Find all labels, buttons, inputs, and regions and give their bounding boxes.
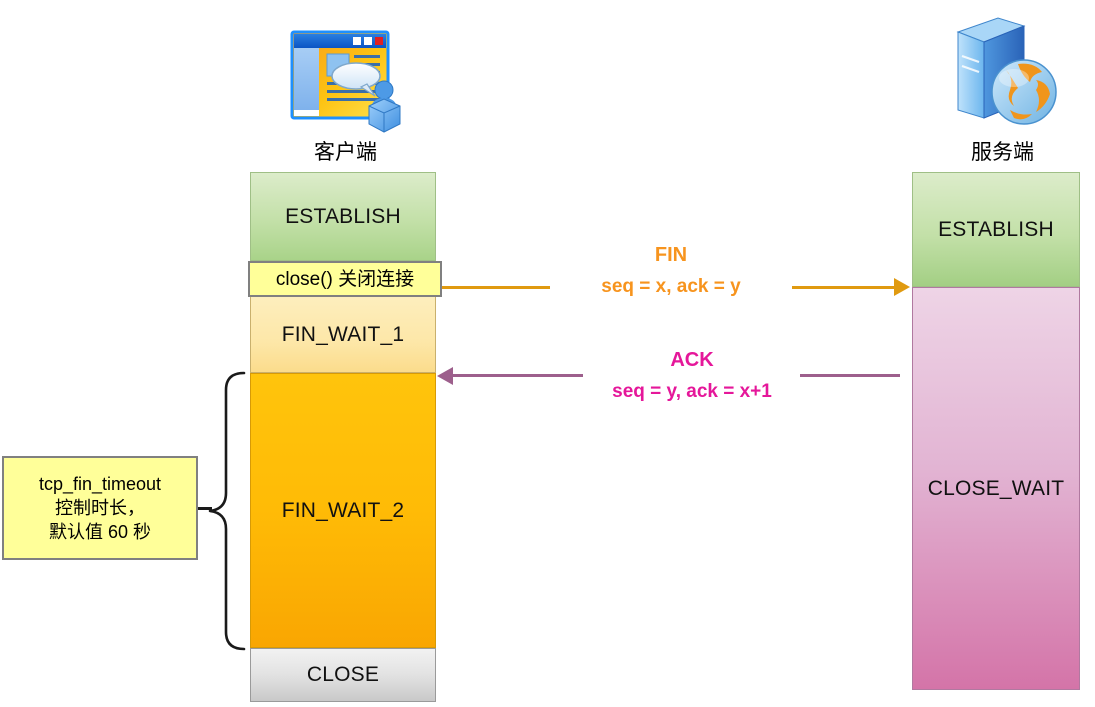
tcp-close-diagram: 客户端 服务端 ESTABLISH FIN_WAIT_1 FIN_WAIT_2 … (0, 0, 1095, 707)
fin-message-title: FIN (654, 244, 688, 266)
fin-arrow-line-right (790, 286, 896, 289)
client-label: 客户端 (314, 141, 377, 164)
fin-wait-2-brace (200, 370, 248, 652)
client-state-fin-wait-2-label: FIN_WAIT_2 (281, 498, 405, 522)
ack-arrow-line-left (453, 374, 583, 377)
client-state-close: CLOSE (250, 648, 436, 702)
fin-timeout-line-1: tcp_fin_timeout (38, 474, 162, 494)
server-state-establish: ESTABLISH (912, 172, 1080, 287)
server-label: 服务端 (971, 141, 1034, 164)
ack-message-detail: seq = y, ack = x+1 (575, 381, 809, 403)
client-state-fin-wait-1: FIN_WAIT_1 (250, 296, 436, 373)
client-state-fin-wait-1-label: FIN_WAIT_1 (281, 322, 405, 346)
ack-arrowhead-icon (437, 367, 453, 385)
client-state-establish: ESTABLISH (250, 172, 436, 261)
client-state-establish-label: ESTABLISH (285, 204, 401, 228)
ack-message-title: ACK (670, 349, 714, 371)
client-state-close-label: CLOSE (306, 663, 380, 686)
server-state-close-wait-label: CLOSE_WAIT (927, 476, 1065, 500)
fin-message-detail: seq = x, ack = y (550, 276, 792, 298)
client-browser-user-icon (283, 20, 408, 138)
client-state-fin-wait-2: FIN_WAIT_2 (250, 373, 436, 648)
close-call-callout-text: close() 关闭连接 (275, 268, 415, 290)
server-state-close-wait: CLOSE_WAIT (912, 287, 1080, 690)
server-state-establish-label: ESTABLISH (938, 217, 1054, 241)
server-globe-icon (948, 12, 1060, 138)
fin-timeout-callout: tcp_fin_timeout 控制时长， 默认值 60 秒 (2, 456, 198, 560)
fin-timeout-line-2: 控制时长， (55, 498, 145, 518)
fin-arrowhead-icon (894, 278, 910, 296)
ack-arrow-line-right (800, 374, 900, 377)
fin-timeout-line-3: 默认值 60 秒 (48, 522, 152, 542)
close-call-callout: close() 关闭连接 (248, 261, 442, 297)
fin-timeout-connector (198, 507, 212, 510)
fin-arrow-line-left (442, 286, 552, 289)
